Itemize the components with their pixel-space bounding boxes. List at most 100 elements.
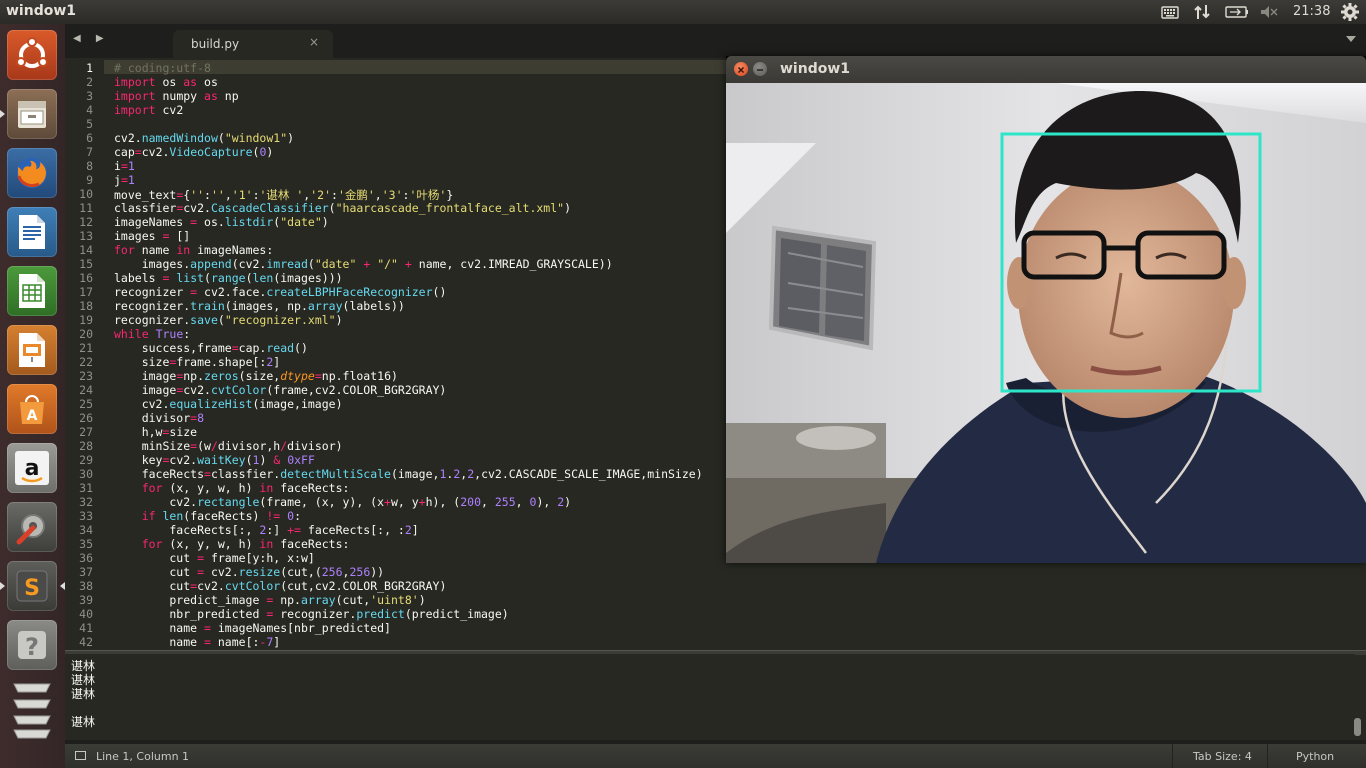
line-number: 22 bbox=[79, 355, 93, 369]
build-output-console[interactable]: 谌林 谌林 谌林 谌林 bbox=[65, 654, 1355, 740]
tab-menu-chevron-icon[interactable] bbox=[1346, 36, 1356, 42]
code-line: h,w=size bbox=[114, 425, 198, 439]
line-number: 29 bbox=[79, 453, 93, 467]
code-line: nbr_predicted = recognizer.predict(predi… bbox=[114, 607, 509, 621]
files-launcher-button[interactable] bbox=[7, 89, 57, 139]
code-line: cut = cv2.resize(cut,(256,256)) bbox=[114, 565, 385, 579]
toggle-panel-icon[interactable] bbox=[75, 751, 86, 760]
tab-navigation-arrows[interactable]: ◀ ▶ bbox=[73, 33, 110, 44]
code-line: cv2.equalizeHist(image,image) bbox=[114, 397, 343, 411]
line-number: 14 bbox=[79, 243, 93, 257]
window-titlebar[interactable]: window1 bbox=[726, 56, 1366, 83]
tab-size-label: Tab Size: 4 bbox=[1193, 750, 1252, 763]
writer-launcher-button[interactable] bbox=[7, 207, 57, 257]
code-line: image=cv2.cvtColor(frame,cv2.COLOR_BGR2G… bbox=[114, 383, 447, 397]
line-number: 7 bbox=[86, 145, 93, 159]
active-window-title: window1 bbox=[6, 3, 77, 19]
code-line: import numpy as np bbox=[114, 89, 239, 103]
code-line: images.append(cv2.imread("date" + "/" + … bbox=[114, 257, 613, 271]
console-output-line: 谌林 bbox=[71, 715, 96, 729]
software-center-launcher-button[interactable]: A bbox=[7, 384, 57, 434]
line-number: 40 bbox=[79, 607, 93, 621]
workspace-switcher-button[interactable] bbox=[7, 676, 57, 742]
sublime-text-launcher-button[interactable]: S bbox=[7, 561, 57, 611]
line-number: 16 bbox=[79, 271, 93, 285]
line-number: 4 bbox=[86, 103, 93, 117]
line-number: 37 bbox=[79, 565, 93, 579]
code-line: faceRects[:, 2:] += faceRects[:, :2] bbox=[114, 523, 419, 537]
impress-launcher-button[interactable] bbox=[7, 325, 57, 375]
amazon-logo-icon: a bbox=[7, 443, 57, 493]
line-number: 39 bbox=[79, 593, 93, 607]
clock[interactable]: 21:38 bbox=[1293, 4, 1330, 22]
line-number: 13 bbox=[79, 229, 93, 243]
syntax-selector[interactable]: Python bbox=[1267, 744, 1366, 768]
line-number: 30 bbox=[79, 467, 93, 481]
line-number: 38 bbox=[79, 579, 93, 593]
running-indicator bbox=[0, 110, 5, 118]
line-number: 27 bbox=[79, 425, 93, 439]
code-line: name = name[:-7] bbox=[114, 635, 281, 649]
libreoffice-impress-icon bbox=[7, 325, 57, 375]
code-line: # coding:utf-8 bbox=[114, 61, 211, 75]
tab-build-py[interactable]: build.py × bbox=[173, 30, 333, 58]
ubuntu-logo-icon bbox=[7, 30, 57, 80]
code-line: import os as os bbox=[114, 75, 218, 89]
tab-close-icon[interactable]: × bbox=[309, 35, 319, 49]
calc-launcher-button[interactable] bbox=[7, 266, 57, 316]
line-number: 18 bbox=[79, 299, 93, 313]
volume-muted-icon[interactable] bbox=[1259, 3, 1279, 21]
code-line: images = [] bbox=[114, 229, 191, 243]
svg-text:a: a bbox=[25, 456, 40, 481]
minimize-icon bbox=[757, 69, 763, 71]
line-number: 42 bbox=[79, 635, 93, 649]
close-window-button[interactable] bbox=[734, 62, 748, 76]
minimize-window-button[interactable] bbox=[753, 62, 767, 76]
battery-icon[interactable] bbox=[1224, 3, 1250, 21]
tab-size-selector[interactable]: Tab Size: 4 bbox=[1172, 744, 1268, 768]
code-editor[interactable]: # coding:utf-8 import os as os import nump… bbox=[104, 58, 726, 650]
close-icon bbox=[737, 66, 745, 74]
line-number: 12 bbox=[79, 215, 93, 229]
libreoffice-calc-icon bbox=[7, 266, 57, 316]
line-number: 1 bbox=[86, 61, 93, 75]
line-number: 6 bbox=[86, 131, 93, 145]
code-line: predict_image = np.array(cut,'uint8') bbox=[114, 593, 426, 607]
code-line: while True: bbox=[114, 327, 191, 341]
line-number: 25 bbox=[79, 397, 93, 411]
question-mark-icon: ? bbox=[7, 620, 57, 670]
line-number: 36 bbox=[79, 551, 93, 565]
editor-tab-bar: ◀ ▶ build.py × bbox=[65, 24, 1366, 58]
line-number: 34 bbox=[79, 523, 93, 537]
code-line: labels = list(range(len(images))) bbox=[114, 271, 343, 285]
line-number: 28 bbox=[79, 439, 93, 453]
firefox-launcher-button[interactable] bbox=[7, 148, 57, 198]
settings-gear-icon[interactable] bbox=[1340, 2, 1360, 21]
webcam-feed-image bbox=[726, 83, 1366, 563]
code-line: imageNames = os.listdir("date") bbox=[114, 215, 329, 229]
workspaces-icon bbox=[7, 676, 57, 742]
window-title: window1 bbox=[780, 61, 851, 77]
opencv-window[interactable]: window1 bbox=[726, 56, 1366, 563]
amazon-launcher-button[interactable]: a bbox=[7, 443, 57, 493]
code-line: key=cv2.waitKey(1) & 0xFF bbox=[114, 453, 315, 467]
code-line: classfier=cv2.CascadeClassifier("haarcas… bbox=[114, 201, 572, 215]
ubuntu-dash-button[interactable] bbox=[7, 30, 57, 80]
line-number: 41 bbox=[79, 621, 93, 635]
line-number: 24 bbox=[79, 383, 93, 397]
syntax-label: Python bbox=[1296, 750, 1335, 763]
cursor-position: Line 1, Column 1 bbox=[96, 750, 190, 763]
code-line: image=np.zeros(size,dtype=np.float16) bbox=[114, 369, 398, 383]
keyboard-icon[interactable] bbox=[1160, 3, 1180, 21]
system-settings-launcher-button[interactable] bbox=[7, 502, 57, 552]
network-icon[interactable] bbox=[1192, 3, 1212, 21]
running-indicator bbox=[0, 582, 5, 590]
code-line: for name in imageNames: bbox=[114, 243, 274, 257]
help-launcher-button[interactable]: ? bbox=[7, 620, 57, 670]
line-number: 35 bbox=[79, 537, 93, 551]
line-number: 23 bbox=[79, 369, 93, 383]
console-scrollbar[interactable] bbox=[1354, 718, 1361, 736]
line-number: 31 bbox=[79, 481, 93, 495]
line-number-gutter: 1 2 3 4 5 6 7 8 9 10 11 12 13 14 15 16 17 18 19 20 21 22 23 24 2… bbox=[65, 58, 104, 650]
line-number: 5 bbox=[86, 117, 93, 131]
